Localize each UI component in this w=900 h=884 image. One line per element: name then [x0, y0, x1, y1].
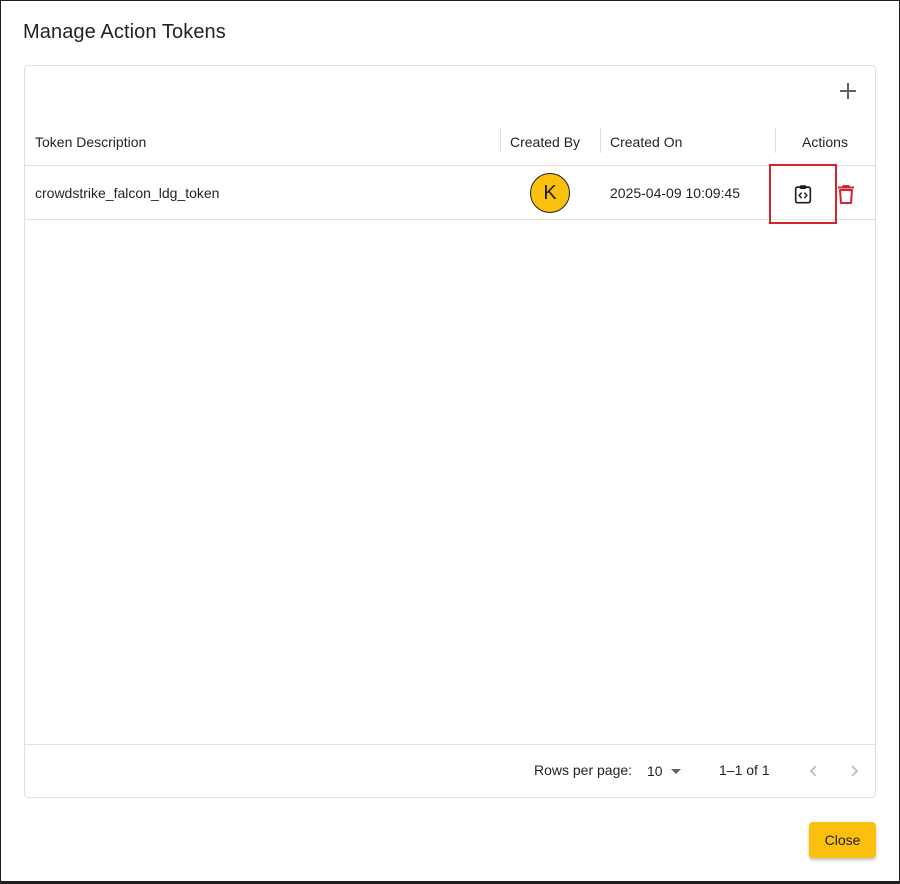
previous-page-button[interactable] — [800, 757, 828, 785]
table-row: crowdstrike_falcon_ldg_token K 2025-04-0… — [25, 164, 875, 224]
plus-icon — [840, 83, 856, 99]
chevron-right-icon — [851, 765, 859, 777]
close-button[interactable]: Close — [809, 822, 876, 858]
copy-token-button[interactable] — [788, 179, 818, 209]
token-description-cell: crowdstrike_falcon_ldg_token — [35, 185, 220, 201]
column-header-token-description[interactable]: Token Description — [35, 118, 146, 166]
delete-token-button[interactable] — [833, 180, 859, 208]
column-separator[interactable] — [600, 128, 601, 153]
column-header-created-by[interactable]: Created By — [510, 118, 580, 166]
column-separator[interactable] — [500, 128, 501, 153]
chevron-left-icon — [809, 765, 817, 777]
trash-icon — [838, 185, 854, 204]
dialog-title: Manage Action Tokens — [23, 21, 226, 43]
created-on-cell: 2025-04-09 10:09:45 — [610, 185, 740, 201]
rows-per-page-label: Rows per page: — [534, 762, 633, 778]
clipboard-code-icon — [794, 185, 812, 204]
column-header-actions: Actions — [802, 134, 848, 150]
manage-tokens-dialog: Manage Action Tokens Token Description C… — [0, 0, 900, 884]
rows-per-page-select[interactable]: 10 — [647, 755, 687, 787]
column-header-created-on[interactable]: Created On — [610, 118, 682, 166]
avatar[interactable]: K — [530, 173, 570, 213]
pagination-range: 1–1 of 1 — [719, 762, 770, 778]
caret-down-icon — [670, 769, 681, 774]
next-page-button[interactable] — [840, 757, 868, 785]
created-by-cell: K — [530, 167, 570, 219]
rows-per-page-value: 10 — [647, 763, 663, 779]
add-token-button[interactable] — [833, 76, 863, 106]
tokens-table: Token Description Created By Created On … — [24, 65, 876, 798]
table-header-row: Token Description Created By Created On … — [25, 118, 875, 166]
table-pagination: Rows per page: 10 1–1 of 1 — [25, 744, 875, 797]
